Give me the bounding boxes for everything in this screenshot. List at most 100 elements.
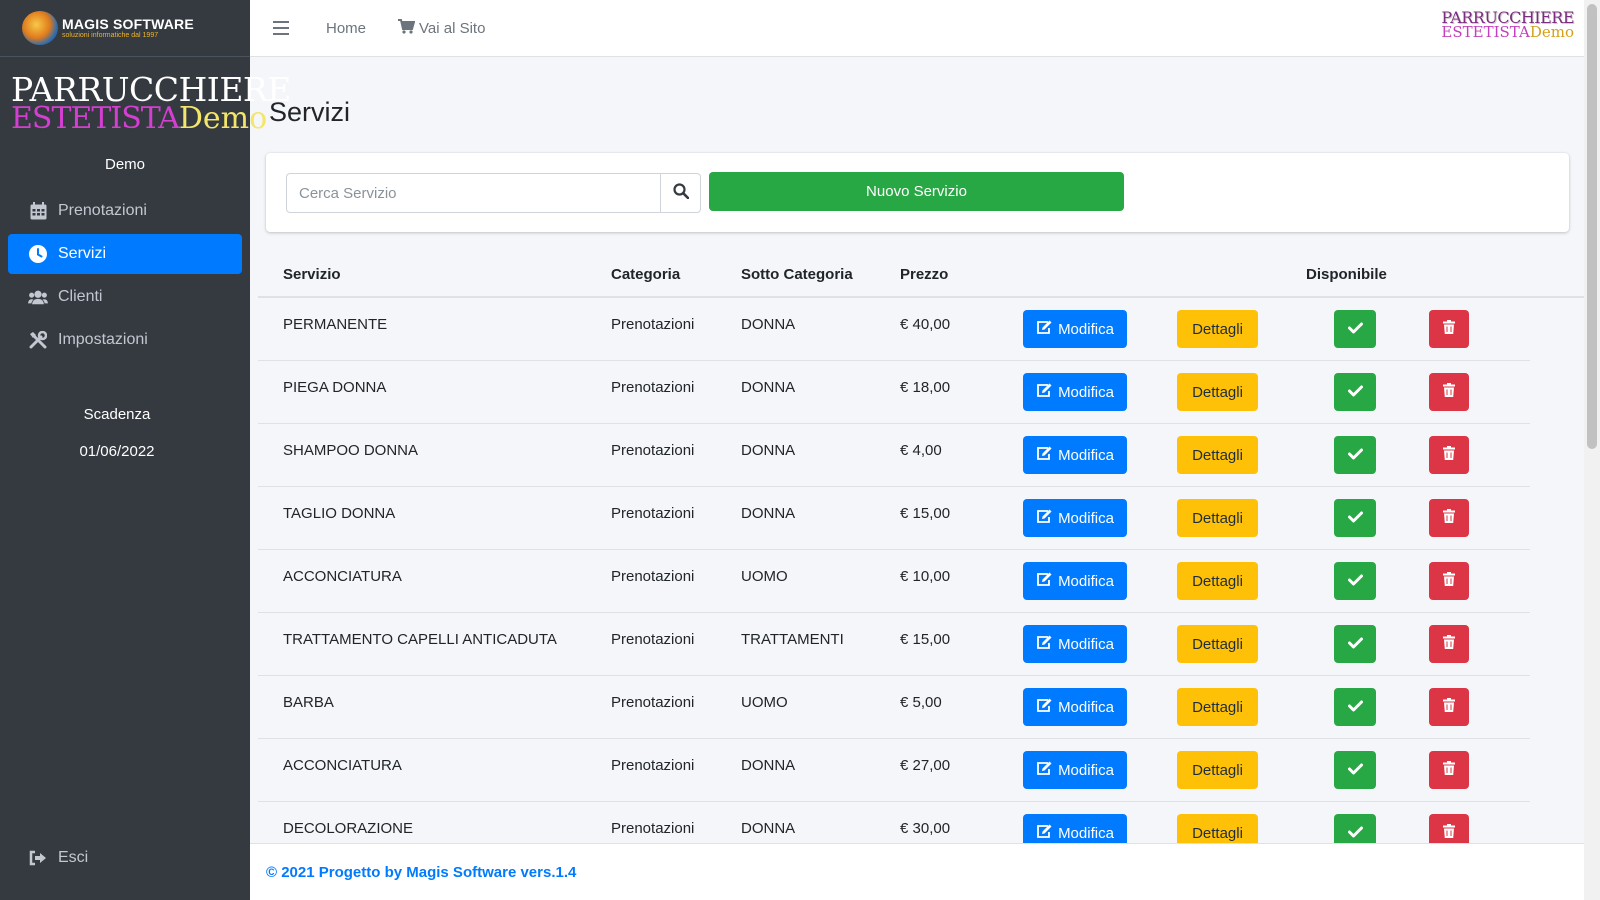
nav-site-link[interactable]: Vai al Sito xyxy=(398,18,486,38)
delete-button[interactable] xyxy=(1429,751,1469,789)
details-button[interactable]: Dettagli xyxy=(1177,688,1258,726)
top-logo-line-2a: ESTETISTA xyxy=(1441,23,1530,42)
trash-icon xyxy=(1443,824,1455,842)
edit-button[interactable]: Modifica xyxy=(1023,562,1127,600)
table-row: TAGLIO DONNA Prenotazioni DONNA € 15,00 Modi… xyxy=(258,487,1530,550)
header-available[interactable]: Disponibile xyxy=(1306,266,1387,283)
cell-service: ACCONCIATURA xyxy=(283,757,402,774)
cell-price: € 5,00 xyxy=(900,694,942,711)
nav-home-link[interactable]: Home xyxy=(326,20,366,37)
cell-category: Prenotazioni xyxy=(611,379,695,396)
edit-icon xyxy=(1036,509,1053,528)
user-name[interactable]: Demo xyxy=(0,156,250,173)
available-toggle-button[interactable] xyxy=(1334,625,1376,663)
brand-link[interactable]: MAGIS SOFTWARE soluzioni informatiche da… xyxy=(0,0,250,57)
edit-button[interactable]: Modifica xyxy=(1023,814,1127,843)
cell-subcategory: DONNA xyxy=(741,442,796,459)
details-label: Dettagli xyxy=(1192,383,1243,401)
header-subcategory[interactable]: Sotto Categoria xyxy=(741,266,853,283)
footer: © 2021 Progetto by Magis Software vers.1… xyxy=(250,843,1584,900)
shopping-cart-icon xyxy=(398,18,416,38)
edit-button[interactable]: Modifica xyxy=(1023,499,1127,537)
details-button[interactable]: Dettagli xyxy=(1177,814,1258,843)
cell-subcategory: TRATTAMENTI xyxy=(741,631,844,648)
cell-subcategory: DONNA xyxy=(741,505,796,522)
cell-subcategory: UOMO xyxy=(741,568,788,585)
top-logo: PARRUCCHIERE ESTETISTADemo xyxy=(1441,9,1574,42)
delete-button[interactable] xyxy=(1429,814,1469,843)
available-toggle-button[interactable] xyxy=(1334,436,1376,474)
edit-button[interactable]: Modifica xyxy=(1023,436,1127,474)
new-service-button[interactable]: Nuovo Servizio xyxy=(709,172,1124,211)
edit-button[interactable]: Modifica xyxy=(1023,751,1127,789)
delete-button[interactable] xyxy=(1429,373,1469,411)
header-price[interactable]: Prezzo xyxy=(900,266,948,283)
table-header: Servizio Categoria Sotto Categoria Prezz… xyxy=(258,250,1584,298)
cell-service: TAGLIO DONNA xyxy=(283,505,396,522)
available-toggle-button[interactable] xyxy=(1334,688,1376,726)
cell-subcategory: DONNA xyxy=(741,316,796,333)
page-scrollbar[interactable] xyxy=(1584,0,1600,900)
edit-label: Modifica xyxy=(1058,572,1114,590)
cell-service: PIEGA DONNA xyxy=(283,379,387,396)
footer-text[interactable]: © 2021 Progetto by Magis Software vers.1… xyxy=(266,864,576,881)
details-button[interactable]: Dettagli xyxy=(1177,562,1258,600)
delete-button[interactable] xyxy=(1429,436,1469,474)
edit-button[interactable]: Modifica xyxy=(1023,373,1127,411)
delete-button[interactable] xyxy=(1429,688,1469,726)
delete-button[interactable] xyxy=(1429,499,1469,537)
cell-subcategory: UOMO xyxy=(741,694,788,711)
cell-category: Prenotazioni xyxy=(611,820,695,837)
trash-icon xyxy=(1443,446,1455,464)
sidebar-item-label: Clienti xyxy=(58,287,103,305)
sidebar-item-prenotazioni[interactable]: Prenotazioni xyxy=(8,191,242,231)
details-button[interactable]: Dettagli xyxy=(1177,751,1258,789)
cell-service: ACCONCIATURA xyxy=(283,568,402,585)
details-button[interactable]: Dettagli xyxy=(1177,373,1258,411)
available-toggle-button[interactable] xyxy=(1334,751,1376,789)
cell-price: € 4,00 xyxy=(900,442,942,459)
sidebar-nav: Prenotazioni Servizi Clienti Impostazion… xyxy=(0,191,250,360)
trash-icon xyxy=(1443,383,1455,401)
logout-link[interactable]: Esci xyxy=(28,848,88,868)
edit-label: Modifica xyxy=(1058,320,1114,338)
header-category[interactable]: Categoria xyxy=(611,266,680,283)
sidebar-item-label: Servizi xyxy=(58,244,107,262)
brand-subtitle: soluzioni informatiche dal 1997 xyxy=(62,32,159,39)
main-content: Servizi Nuovo Servizio Servizio Categori… xyxy=(250,57,1584,843)
details-button[interactable]: Dettagli xyxy=(1177,499,1258,537)
check-icon xyxy=(1347,384,1363,401)
details-button[interactable]: Dettagli xyxy=(1177,625,1258,663)
available-toggle-button[interactable] xyxy=(1334,814,1376,843)
available-toggle-button[interactable] xyxy=(1334,373,1376,411)
delete-button[interactable] xyxy=(1429,625,1469,663)
scrollbar-thumb[interactable] xyxy=(1587,4,1597,449)
edit-button[interactable]: Modifica xyxy=(1023,688,1127,726)
menu-toggle-icon[interactable] xyxy=(273,21,289,35)
header-service[interactable]: Servizio xyxy=(283,266,341,283)
edit-button[interactable]: Modifica xyxy=(1023,310,1127,348)
trash-icon xyxy=(1443,509,1455,527)
delete-button[interactable] xyxy=(1429,562,1469,600)
edit-button[interactable]: Modifica xyxy=(1023,625,1127,663)
cell-service: SHAMPOO DONNA xyxy=(283,442,419,459)
search-button[interactable] xyxy=(660,173,701,213)
details-label: Dettagli xyxy=(1192,509,1243,527)
site-label: Vai al Sito xyxy=(419,19,486,37)
details-button[interactable]: Dettagli xyxy=(1177,310,1258,348)
sidebar-item-servizi[interactable]: Servizi xyxy=(8,233,242,274)
search-input[interactable] xyxy=(286,173,661,213)
cell-subcategory: DONNA xyxy=(741,757,796,774)
sidebar-item-clienti[interactable]: Clienti xyxy=(8,277,242,317)
delete-button[interactable] xyxy=(1429,310,1469,348)
available-toggle-button[interactable] xyxy=(1334,562,1376,600)
details-label: Dettagli xyxy=(1192,320,1243,338)
check-icon xyxy=(1347,636,1363,653)
sidebar-item-impostazioni[interactable]: Impostazioni xyxy=(8,320,242,360)
details-button[interactable]: Dettagli xyxy=(1177,436,1258,474)
top-logo-line-2b: Demo xyxy=(1529,23,1574,42)
available-toggle-button[interactable] xyxy=(1334,310,1376,348)
available-toggle-button[interactable] xyxy=(1334,499,1376,537)
trash-icon xyxy=(1443,635,1455,653)
cell-category: Prenotazioni xyxy=(611,568,695,585)
